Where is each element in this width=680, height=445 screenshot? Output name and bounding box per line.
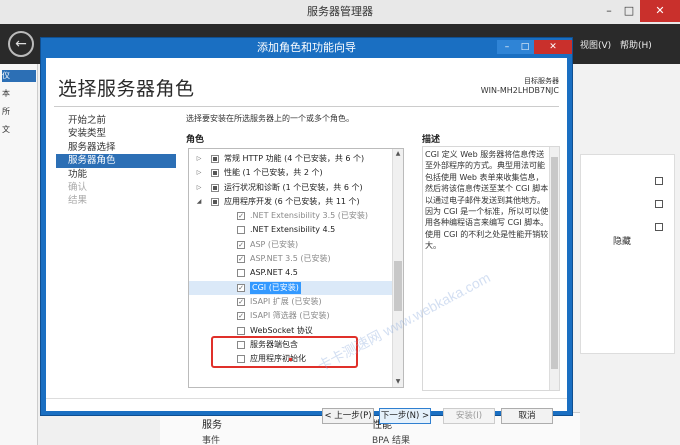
instruction-text: 选择要安装在所选服务器上的一个或多个角色。 bbox=[186, 114, 354, 123]
role-checkbox[interactable]: ✓ bbox=[237, 212, 245, 221]
role-checkbox[interactable]: ✓ bbox=[237, 312, 245, 321]
maximize-icon[interactable]: □ bbox=[515, 40, 535, 54]
role-checkbox[interactable]: ✓ bbox=[237, 240, 245, 249]
role-item[interactable]: ▷ 常规 HTTP 功能 (4 个已安装，共 6 个) bbox=[189, 152, 393, 166]
tile-square-icon bbox=[655, 177, 663, 185]
role-item[interactable]: .NET Extensibility 4.5 bbox=[189, 223, 393, 237]
nav-item: 结果 bbox=[68, 195, 88, 207]
back-arrow-icon[interactable]: ← bbox=[8, 31, 34, 57]
tile-square-icon bbox=[655, 223, 663, 231]
nav-item[interactable]: 安装类型 bbox=[56, 127, 176, 140]
tile-square-icon bbox=[655, 200, 663, 208]
role-item[interactable]: ASP.NET 4.5 bbox=[189, 266, 393, 280]
expand-arrow-icon[interactable]: ▷ bbox=[195, 152, 203, 166]
role-item[interactable]: ◢ 应用程序开发 (6 个已安装，共 11 个) bbox=[189, 195, 393, 209]
role-item[interactable]: ✓ ASP (已安装) bbox=[189, 238, 393, 252]
role-checkbox[interactable]: ✓ bbox=[237, 297, 245, 306]
role-checkbox[interactable] bbox=[211, 169, 219, 178]
collapse-arrow-icon[interactable]: ◢ bbox=[195, 195, 203, 209]
server-manager-title: 服务器管理器 bbox=[307, 5, 373, 18]
nav-item[interactable]: 服务器选择 bbox=[56, 141, 176, 154]
menu-help[interactable]: 帮助(H) bbox=[620, 38, 652, 51]
next-button[interactable]: 下一步(N) > bbox=[379, 408, 431, 424]
role-label: .NET Extensibility 4.5 bbox=[250, 225, 336, 235]
wizard-nav: 开始之前 安装类型 服务器选择 服务器角色 功能 确认结果 bbox=[56, 114, 176, 208]
scroll-up-icon[interactable]: ▲ bbox=[393, 149, 403, 159]
header-divider bbox=[54, 106, 559, 107]
annotation-dot bbox=[289, 358, 292, 361]
minimize-icon[interactable]: – bbox=[497, 40, 517, 54]
footer-divider bbox=[46, 398, 567, 399]
cancel-button[interactable]: 取消 bbox=[501, 408, 553, 424]
role-item[interactable]: ✓ CGI (已安装) bbox=[189, 280, 393, 295]
role-label: 运行状况和诊断 (1 个已安装，共 6 个) bbox=[224, 182, 363, 192]
close-icon[interactable]: ✕ bbox=[640, 0, 680, 22]
prev-button[interactable]: < 上一步(P) bbox=[322, 408, 374, 424]
menu-view[interactable]: 视图(V) bbox=[580, 38, 611, 51]
tile-events[interactable]: 事件 bbox=[202, 433, 220, 445]
target-server-name: WIN-MH2LHDB7NJC bbox=[480, 86, 559, 95]
role-label: 常规 HTTP 功能 (4 个已安装，共 6 个) bbox=[224, 154, 365, 163]
role-checkbox[interactable]: ✓ bbox=[237, 255, 245, 264]
role-item[interactable]: ✓ ASP.NET 3.5 (已安装) bbox=[189, 252, 393, 266]
wizard-body: 选择服务器角色 目标服务器 WIN-MH2LHDB7NJC 开始之前 安装类型 服务… bbox=[46, 58, 567, 424]
description-panel: CGI 定义 Web 服务器将信息传送至外部程序的方式。典型用法可能包括使用 W… bbox=[422, 146, 560, 391]
description-scrollbar[interactable] bbox=[549, 147, 559, 390]
role-checkbox[interactable] bbox=[211, 155, 219, 163]
scroll-down-icon[interactable]: ▼ bbox=[393, 377, 403, 387]
install-button[interactable]: 安装(I) bbox=[443, 408, 495, 424]
add-roles-wizard: 添加角色和功能向导 – □ ✕ 选择服务器角色 目标服务器 WIN-MH2LHD… bbox=[40, 37, 573, 424]
role-label: ISAPI 扩展 (已安装) bbox=[250, 296, 322, 306]
description-scroll-thumb[interactable] bbox=[551, 157, 558, 369]
role-item[interactable]: ✓ ISAPI 扩展 (已安装) bbox=[189, 295, 393, 309]
role-label: ASP.NET 3.5 (已安装) bbox=[250, 254, 331, 264]
role-checkbox[interactable] bbox=[237, 326, 245, 335]
expand-arrow-icon[interactable]: ▷ bbox=[195, 181, 203, 195]
role-label: .NET Extensibility 3.5 (已安装) bbox=[250, 211, 368, 221]
hide-link[interactable]: 隐藏 bbox=[613, 234, 631, 247]
maximize-icon[interactable]: □ bbox=[615, 0, 643, 22]
page-title: 选择服务器角色 bbox=[58, 78, 195, 100]
role-label: 应用程序开发 (6 个已安装，共 11 个) bbox=[224, 196, 360, 206]
role-label: CGI (已安装) bbox=[250, 281, 301, 294]
sidebar-item-dashboard[interactable]: 仪 bbox=[2, 70, 36, 82]
description-label: 描述 bbox=[422, 135, 441, 145]
server-manager-titlebar: 服务器管理器 – □ ✕ bbox=[0, 0, 680, 24]
description-text: CGI 定义 Web 服务器将信息传送至外部程序的方式。典型用法可能包括使用 W… bbox=[425, 150, 549, 251]
server-manager-right-pane: 隐藏 bbox=[575, 64, 680, 445]
role-label: ISAPI 筛选器 (已安装) bbox=[250, 311, 330, 321]
role-checkbox[interactable] bbox=[211, 197, 219, 206]
server-manager-sidebar: 仪 本 所 文 bbox=[0, 64, 38, 445]
nav-item[interactable]: 服务器角色 bbox=[56, 154, 176, 168]
role-item[interactable]: ✓ .NET Extensibility 3.5 (已安装) bbox=[189, 209, 393, 223]
roles-label: 角色 bbox=[186, 135, 205, 145]
nav-item: 确认 bbox=[68, 181, 88, 193]
role-checkbox[interactable]: ✓ bbox=[237, 283, 245, 292]
nav-item[interactable]: 开始之前 bbox=[56, 114, 176, 127]
tile-services[interactable]: 服务 bbox=[202, 416, 222, 431]
role-label: ASP (已安装) bbox=[250, 239, 299, 249]
role-label: 性能 (1 个已安装，共 2 个) bbox=[224, 168, 323, 178]
role-checkbox[interactable] bbox=[237, 226, 245, 235]
role-checkbox[interactable] bbox=[237, 269, 245, 278]
sidebar-item-all[interactable]: 所 bbox=[2, 106, 36, 118]
target-server-label: 目标服务器 bbox=[524, 77, 559, 85]
tile-bpa[interactable]: BPA 结果 bbox=[372, 433, 410, 445]
roles-scroll-thumb[interactable] bbox=[394, 261, 402, 311]
role-item[interactable]: ✓ ISAPI 筛选器 (已安装) bbox=[189, 309, 393, 323]
role-checkbox[interactable] bbox=[211, 183, 219, 192]
nav-item[interactable]: 功能 bbox=[56, 168, 176, 181]
role-label: ASP.NET 4.5 bbox=[250, 268, 298, 278]
role-item[interactable]: ▷ 运行状况和诊断 (1 个已安装，共 6 个) bbox=[189, 181, 393, 195]
sidebar-item-local[interactable]: 本 bbox=[2, 88, 36, 100]
wizard-title: 添加角色和功能向导 bbox=[257, 41, 356, 54]
sidebar-item-file[interactable]: 文 bbox=[2, 124, 36, 136]
role-item[interactable]: ▷ 性能 (1 个已安装，共 2 个) bbox=[189, 166, 393, 180]
target-server: 目标服务器 WIN-MH2LHDB7NJC bbox=[481, 76, 559, 96]
close-icon[interactable]: ✕ bbox=[534, 40, 572, 54]
roles-scrollbar[interactable]: ▲ ▼ bbox=[392, 149, 403, 387]
expand-arrow-icon[interactable]: ▷ bbox=[195, 166, 203, 180]
